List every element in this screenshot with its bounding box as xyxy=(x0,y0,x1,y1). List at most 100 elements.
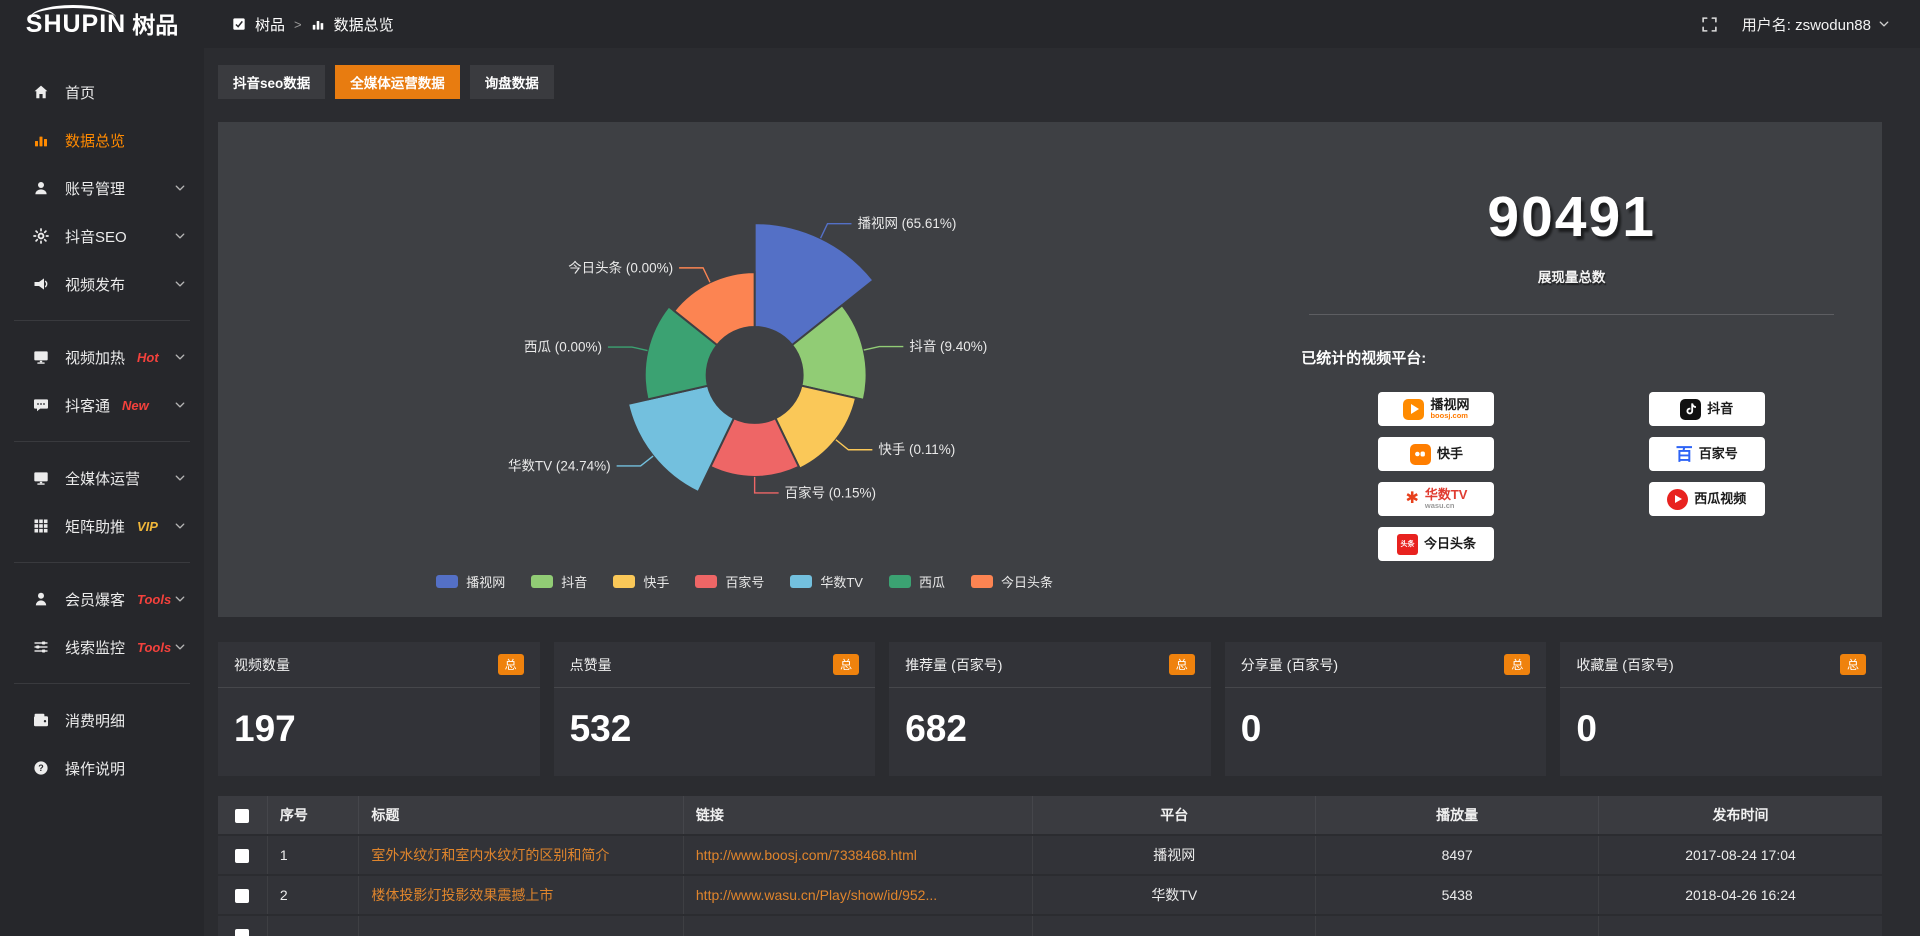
member-icon xyxy=(33,591,49,607)
sidebar-item-label: 数据总览 xyxy=(65,130,125,151)
cell-plays xyxy=(1316,916,1599,936)
megaphone-icon xyxy=(33,276,49,292)
total-badge[interactable]: 总 xyxy=(833,654,859,675)
main-content: 抖音seo数据全媒体运营数据询盘数据 播视网 (65.61%)抖音 (9.40%… xyxy=(204,0,1920,936)
sidebar-item-8[interactable]: 矩阵助推VIP xyxy=(0,502,204,550)
legend-item-抖音[interactable]: 抖音 xyxy=(531,572,587,591)
legend-item-今日头条[interactable]: 今日头条 xyxy=(971,572,1053,591)
row-checkbox[interactable] xyxy=(235,929,249,936)
col-header-2[interactable]: 链接 xyxy=(684,796,1033,834)
sidebar-item-12[interactable]: ?操作说明 xyxy=(0,744,204,792)
platform-name: 百家号 xyxy=(1699,447,1738,461)
cell-platform xyxy=(1033,916,1316,936)
total-badge[interactable]: 总 xyxy=(498,654,524,675)
sidebar-item-4[interactable]: 视频发布 xyxy=(0,260,204,308)
platform-name: 播视网 xyxy=(1430,398,1469,412)
sidebar-item-0[interactable]: 首页 xyxy=(0,68,204,116)
sidebar-item-5[interactable]: 视频加热Hot xyxy=(0,333,204,381)
col-header-0[interactable]: 序号 xyxy=(268,796,360,834)
stat-card-3: 分享量 (百家号)总0 xyxy=(1225,642,1547,776)
sidebar-divider xyxy=(14,441,190,442)
row-checkbox[interactable] xyxy=(235,849,249,863)
app-logo: SHUPIN 树品 xyxy=(0,12,204,37)
platform-badge-今日头条[interactable]: 头条今日头条 xyxy=(1378,527,1494,561)
legend-item-快手[interactable]: 快手 xyxy=(613,572,669,591)
sidebar-item-11[interactable]: 消费明细 xyxy=(0,696,204,744)
sidebar-item-label: 矩阵助推 xyxy=(65,516,125,537)
platform-badge-华数TV[interactable]: ✱华数TVwasu.cn xyxy=(1378,482,1494,516)
stat-card-value: 197 xyxy=(218,688,540,776)
legend-label: 抖音 xyxy=(561,572,587,591)
videos-table: 序号标题链接平台播放量发布时间1室外水纹灯和室内水纹灯的区别和简介http://… xyxy=(218,794,1882,936)
platform-badge-西瓜视频[interactable]: 西瓜视频 xyxy=(1649,482,1765,516)
svg-text:?: ? xyxy=(38,763,44,773)
total-badge[interactable]: 总 xyxy=(1504,654,1530,675)
sidebar-item-2[interactable]: 账号管理 xyxy=(0,164,204,212)
breadcrumb-current[interactable]: 数据总览 xyxy=(334,14,394,35)
breadcrumb: 树品 > 数据总览 xyxy=(232,14,394,35)
sidebar-item-label: 抖客通 xyxy=(65,395,110,416)
platform-name: 华数TV xyxy=(1425,488,1468,502)
cell-title-link[interactable]: 楼体投影灯投影效果震撼上市 xyxy=(371,887,553,903)
chat-icon xyxy=(33,397,49,413)
stat-card-1: 点赞量总532 xyxy=(554,642,876,776)
sidebar-item-10[interactable]: 线索监控Tools xyxy=(0,623,204,671)
breadcrumb-separator: > xyxy=(294,17,302,32)
chevron-down-icon xyxy=(1878,18,1890,30)
legend-swatch xyxy=(790,575,812,588)
platform-badge-快手[interactable]: 快手 xyxy=(1378,437,1494,471)
chevron-down-icon xyxy=(174,520,186,532)
sidebar-item-3[interactable]: 抖音SEO xyxy=(0,212,204,260)
chart-legend: 播视网 抖音 快手 百家号 华数TV 西瓜 今日头条 xyxy=(218,572,1271,591)
col-header-5[interactable]: 发布时间 xyxy=(1599,796,1882,834)
col-header-3[interactable]: 平台 xyxy=(1033,796,1316,834)
user-menu[interactable]: 用户名: zswodun88 xyxy=(1742,14,1890,35)
sidebar-item-7[interactable]: 全媒体运营 xyxy=(0,454,204,502)
legend-item-华数TV[interactable]: 华数TV xyxy=(790,572,863,591)
sidebar-item-9[interactable]: 会员爆客Tools xyxy=(0,575,204,623)
pie-slice-华数TV[interactable] xyxy=(628,386,734,492)
legend-swatch xyxy=(971,575,993,588)
tab-2[interactable]: 询盘数据 xyxy=(470,65,554,99)
platform-badge-百家号[interactable]: 百百家号 xyxy=(1649,437,1765,471)
cell-title-link[interactable]: 室外水纹灯和室内水纹灯的区别和简介 xyxy=(371,847,609,863)
topbar: SHUPIN 树品 树品 > 数据总览 用户名: zswodun88 xyxy=(0,0,1920,48)
platform-badge-播视网[interactable]: 播视网boosj.com xyxy=(1378,392,1494,426)
total-badge[interactable]: 总 xyxy=(1840,654,1866,675)
legend-swatch xyxy=(889,575,911,588)
sidebar-item-6[interactable]: 抖客通New xyxy=(0,381,204,429)
tab-1[interactable]: 全媒体运营数据 xyxy=(335,65,460,99)
legend-item-播视网[interactable]: 播视网 xyxy=(436,572,505,591)
home-icon xyxy=(33,84,49,100)
row-checkbox[interactable] xyxy=(235,889,249,903)
table-row-0: 1室外水纹灯和室内水纹灯的区别和简介http://www.boosj.com/7… xyxy=(218,836,1882,874)
legend-label: 华数TV xyxy=(820,572,863,591)
breadcrumb-root[interactable]: 树品 xyxy=(255,14,285,35)
legend-label: 快手 xyxy=(643,572,669,591)
total-badge[interactable]: 总 xyxy=(1169,654,1195,675)
col-header-4[interactable]: 播放量 xyxy=(1316,796,1599,834)
platforms-heading: 已统计的视频平台: xyxy=(1301,347,1842,368)
fullscreen-icon[interactable] xyxy=(1701,16,1718,33)
cell-plays: 5438 xyxy=(1316,876,1599,914)
platform-badge-抖音[interactable]: 抖音 xyxy=(1649,392,1765,426)
sidebar-item-1[interactable]: 数据总览 xyxy=(0,116,204,164)
select-all-checkbox[interactable] xyxy=(235,809,249,823)
cell-url-link[interactable]: http://www.boosj.com/7338468.html xyxy=(696,847,917,863)
pie-label: 今日头条 (0.00%) xyxy=(568,259,673,275)
sliders-icon xyxy=(33,639,49,655)
sidebar-item-label: 视频发布 xyxy=(65,274,125,295)
legend-swatch xyxy=(531,575,553,588)
monitor-icon xyxy=(33,349,49,365)
platform-name: 西瓜视频 xyxy=(1694,492,1746,506)
sidebar-divider xyxy=(14,683,190,684)
chevron-down-icon xyxy=(174,351,186,363)
pie-label-line xyxy=(821,224,852,238)
col-header-1[interactable]: 标题 xyxy=(359,796,683,834)
tab-0[interactable]: 抖音seo数据 xyxy=(218,65,325,99)
cell-url-link[interactable]: http://www.wasu.cn/Play/show/id/952... xyxy=(696,887,937,903)
legend-item-百家号[interactable]: 百家号 xyxy=(695,572,764,591)
sidebar-item-label: 会员爆客 xyxy=(65,589,125,610)
rose-pie-chart[interactable]: 播视网 (65.61%)抖音 (9.40%)快手 (0.11%)百家号 (0.1… xyxy=(218,122,1271,617)
legend-item-西瓜[interactable]: 西瓜 xyxy=(889,572,945,591)
